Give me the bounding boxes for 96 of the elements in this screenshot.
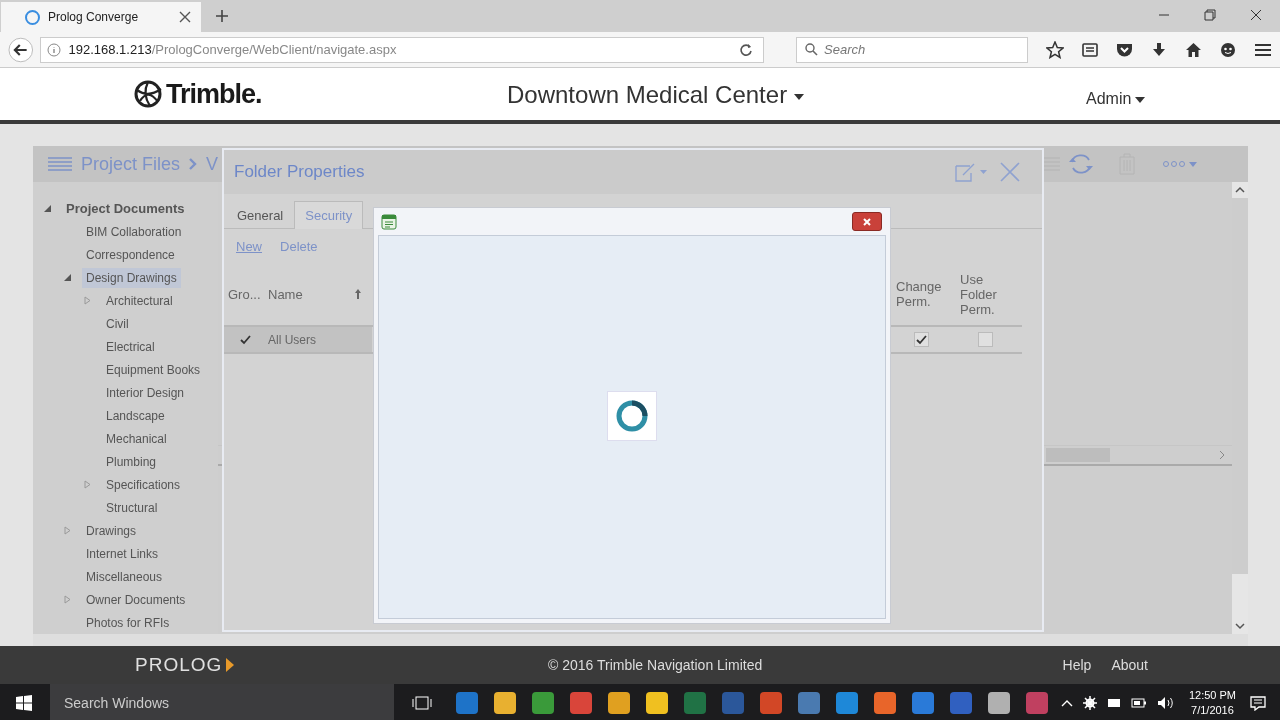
checkbox[interactable]	[914, 332, 929, 347]
taskbar-app-icon[interactable]	[950, 692, 972, 714]
scroll-right-icon[interactable]	[1218, 450, 1226, 460]
tree-item[interactable]: Equipment Books	[102, 359, 205, 380]
brand-logo: PROLOG	[135, 654, 236, 676]
tree-item[interactable]: Specifications	[102, 474, 185, 495]
taskbar-app-icon[interactable]	[456, 692, 478, 714]
horizontal-scrollbar[interactable]	[33, 634, 1248, 646]
task-view-icon[interactable]	[412, 695, 432, 711]
tree-item[interactable]: Correspondence	[82, 244, 179, 265]
close-icon[interactable]	[179, 11, 191, 23]
star-icon[interactable]	[1046, 40, 1064, 59]
battery-icon[interactable]	[1130, 698, 1147, 708]
tree-item[interactable]: BIM Collaboration	[82, 221, 186, 242]
tree-item[interactable]: Photos for RFIs	[82, 612, 174, 633]
taskbar-app-icon[interactable]	[836, 692, 858, 714]
tree-item[interactable]: Landscape	[102, 405, 169, 426]
loading-icon	[25, 9, 40, 25]
url-text: 192.168.1.213/PrologConverge/WebClient/navigate.aspx	[68, 42, 398, 57]
home-icon[interactable]	[1185, 41, 1202, 58]
speaker-icon[interactable]	[1156, 696, 1175, 710]
clock-date[interactable]: 7/1/2016	[1191, 703, 1234, 718]
windows-start-icon[interactable]	[16, 695, 32, 711]
column-header[interactable]: Use Folder Perm.	[956, 271, 1022, 317]
search-field[interactable]: Search	[796, 36, 1028, 63]
taskbar-app-icon[interactable]	[532, 692, 554, 714]
chevron-icon	[188, 157, 199, 171]
taskbar-app-icon[interactable]	[646, 692, 668, 714]
search-icon	[805, 43, 819, 56]
dialog-title: Folder Properties	[234, 162, 366, 182]
tree-item[interactable]: Architectural	[102, 290, 177, 311]
taskbar-app-icon[interactable]	[570, 692, 592, 714]
download-icon[interactable]	[1151, 41, 1167, 58]
taskbar-app-icon[interactable]	[608, 692, 630, 714]
smiley-icon[interactable]	[1220, 41, 1236, 58]
tree-item[interactable]: Internet Links	[82, 543, 163, 564]
close-icon	[862, 216, 872, 227]
notification-icon[interactable]	[1250, 695, 1266, 711]
close-icon[interactable]	[1250, 9, 1262, 21]
sort-up-icon	[354, 288, 362, 300]
back-icon[interactable]	[8, 36, 34, 63]
footer-link[interactable]: Help	[1062, 657, 1092, 673]
footer-link[interactable]: About	[1111, 657, 1148, 673]
reading-list-icon[interactable]	[1082, 41, 1098, 58]
tree-item[interactable]: Civil	[102, 313, 133, 334]
tree-item[interactable]: Owner Documents	[82, 589, 190, 610]
copyright-text: © 2016 Trimble Navigation Limited	[548, 657, 763, 673]
project-dropdown[interactable]: Downtown Medical Center	[507, 81, 804, 109]
close-button[interactable]	[852, 212, 882, 231]
browser-tab[interactable]: Prolog Converge	[1, 2, 201, 32]
tree-item[interactable]: Project Documents	[62, 198, 189, 219]
tree-item[interactable]: Miscellaneous	[82, 566, 167, 587]
clock-time[interactable]: 12:50 PM	[1188, 688, 1236, 703]
pocket-icon[interactable]	[1116, 41, 1133, 58]
collapse-icon[interactable]	[43, 204, 52, 213]
menu-icon[interactable]	[1254, 41, 1272, 58]
taskbar-app-icon[interactable]	[798, 692, 820, 714]
tree-item[interactable]: Electrical	[102, 336, 159, 357]
scroll-up-icon[interactable]	[1235, 186, 1245, 194]
new-tab-icon[interactable]	[215, 9, 229, 23]
globe-logo-icon	[134, 80, 164, 108]
table-cell: All Users	[264, 327, 372, 352]
taskbar-app-icon[interactable]	[494, 692, 516, 714]
scrollbar-thumb[interactable]	[1232, 198, 1248, 574]
column-header[interactable]: Name	[264, 286, 372, 302]
tree-item[interactable]: Plumbing	[102, 451, 161, 472]
taskbar-app-icon[interactable]	[988, 692, 1010, 714]
column-header[interactable]: Gro...	[224, 286, 264, 302]
tree-item[interactable]: Drawings	[82, 520, 140, 541]
search-placeholder: Search	[824, 42, 866, 57]
checkbox[interactable]	[978, 332, 993, 347]
tab[interactable]: General	[226, 201, 295, 229]
taskbar-app-icon[interactable]	[912, 692, 934, 714]
tree-item[interactable]: Structural	[102, 497, 162, 518]
user-menu[interactable]: Admin	[1086, 90, 1146, 108]
taskbar-app-icon[interactable]	[1026, 692, 1048, 714]
chevron-up-icon[interactable]	[1060, 699, 1073, 707]
collapse-icon[interactable]	[63, 273, 72, 282]
window-icon	[381, 213, 397, 230]
address-field[interactable]: 192.168.1.213/PrologConverge/WebClient/navigate.aspx	[39, 36, 765, 63]
taskbar-search-field[interactable]: Search Windows	[50, 684, 394, 720]
taskbar-app-icon[interactable]	[760, 692, 782, 714]
taskbar-app-icon[interactable]	[874, 692, 896, 714]
column-header[interactable]: Change Perm.	[892, 279, 956, 309]
tree-item[interactable]: Mechanical	[102, 428, 171, 449]
tree-item[interactable]: Design Drawings	[82, 267, 181, 288]
logo-text: Trimble.	[166, 78, 262, 110]
tab-title: Prolog Converge	[48, 10, 140, 24]
taskbar-app-icon[interactable]	[684, 692, 706, 714]
scroll-down-icon[interactable]	[1235, 622, 1245, 630]
loading-spinner	[607, 391, 657, 441]
restore-icon[interactable]	[1204, 9, 1216, 21]
tree-item[interactable]: Interior Design	[102, 382, 189, 403]
reload-icon[interactable]	[739, 42, 754, 57]
info-icon	[46, 42, 61, 57]
gear-icon[interactable]	[1082, 696, 1097, 710]
